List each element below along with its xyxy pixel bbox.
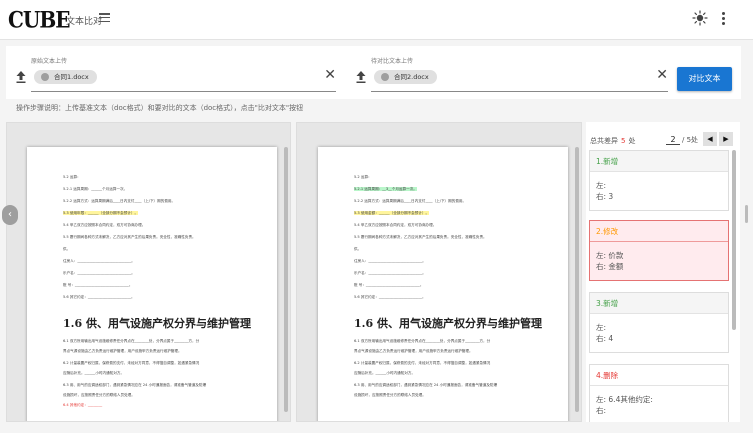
source-document-page: 5.2 运算： 5.2.1 运算周期：______个月运算一次。 5.2.2 运… [27, 147, 277, 421]
source-upload-field[interactable]: 原始文本上传 合同1.docx ✕ [6, 56, 336, 92]
doc-line: 住房人：______________________________。 [354, 259, 426, 263]
app-logo: CUBE [8, 6, 71, 34]
next-diff-button[interactable]: ▶ [719, 132, 733, 146]
diff-item-right: 右: 4 [596, 334, 614, 343]
chevron-left-icon[interactable]: ‹ [2, 205, 18, 225]
page-scrollbar[interactable] [745, 205, 748, 223]
doc-line: 界点气源设施由乙方负责运行维护管理，用户设施甲方负责运行维护管理。 [354, 349, 473, 353]
doc-line: 5.2 运算： [63, 175, 81, 179]
diff-item[interactable]: 4.删除 左: 6.4其他约定: 右: [589, 364, 729, 422]
diff-panel: 总共差异 5 处 2 / 5处 ◀ ▶ 1.新增 左: 右: 3 2.修改 左: 价… [586, 122, 740, 422]
doc-line: 5.2.2 运算方式：运算周期满后____日内支付____（上/下）期的费用。 [354, 199, 467, 203]
doc-heading: 1.6 供、用气设施产权分界与维护管理 [354, 317, 542, 330]
doc-line: 6.1 双方所用输出用气设施维修责任分界点在________处，分界点属于___… [354, 339, 491, 343]
doc-line-diff: 5.2.1 运算周期：__3__个月运算一次。 [354, 187, 417, 191]
doc-line: 住房人：______________________________。 [63, 259, 135, 263]
source-document-pane[interactable]: 5.2 运算： 5.2.1 运算周期：______个月运算一次。 5.2.2 运… [6, 122, 291, 422]
upload-icon[interactable] [16, 71, 26, 83]
compare-button[interactable]: 对比文本 [677, 67, 732, 91]
doc-line: 乐户名：______________________________。 [63, 271, 135, 275]
doc-line: 6.2 计量装置产权归属，保修费的支付，未经对方同意，不得擅自调整，如遇紧急情况 [63, 361, 200, 365]
doc-line: 5.4 甲乙双方应按照本合同约定，双方可协商办理。 [63, 223, 146, 227]
scrollbar[interactable] [575, 147, 579, 412]
doc-line-diff: 5.3 使用年限：______（全部分期不会预计）。 [63, 211, 139, 215]
app-title: 文本比对 [66, 17, 103, 27]
doc-line: 设施损坏，应按照责任分方的联络人员处理。 [63, 393, 135, 397]
doc-line: 5.2.2 运算方式：运算周期满后____日内支付____（上/下）期的费用。 [63, 199, 176, 203]
diff-item-right: 右: 金额 [596, 262, 624, 271]
target-upload-label: 待对比文本上传 [371, 58, 414, 65]
doc-line: 5.5 履行期间各种方式未解决，乙方应对其产生的后果负责。安全性，准确性负责。 [63, 235, 196, 239]
doc-line-diff: 5.3 使用金额：______（全部分期不会预计）。 [354, 211, 430, 215]
doc-line: 乐户名：______________________________。 [354, 271, 426, 275]
doc-line: 设施损坏，应按照责任分方的联络人员处理。 [354, 393, 426, 397]
doc-line: 账 号：______________________________。 [63, 283, 133, 287]
diff-item-left: 左: [596, 181, 607, 190]
diff-item-left: 左: 价款 [596, 251, 624, 260]
doc-line: 5.4 甲乙双方应按照本合同约定，双方可协商办理。 [354, 223, 437, 227]
doc-line: 5.5 履行期间各种方式未解决，乙方应对其产生的后果负责。安全性，准确性负责。 [354, 235, 487, 239]
doc-line: 供。 [354, 247, 362, 251]
prev-diff-button[interactable]: ◀ [703, 132, 717, 146]
doc-line: 5.6 其它约定：________________________。 [354, 295, 426, 299]
diff-item-title: 2.修改 [590, 221, 728, 242]
doc-heading: 1.6 供、用气设施产权分界与维护管理 [63, 317, 251, 330]
doc-line: 界点气源设施由乙方负责运行维护管理，用户设施甲方负责运行维护管理。 [63, 349, 182, 353]
diff-item-right: 右: [596, 406, 607, 415]
clear-target-icon[interactable]: ✕ [656, 68, 668, 82]
doc-line: 应随后补充。______小时内通知对方。 [63, 371, 125, 375]
diff-item-selected[interactable]: 2.修改 左: 价款 右: 金额 [589, 220, 729, 281]
diff-item-left: 左: 6.4其他约定: [596, 395, 653, 404]
kebab-menu-icon[interactable] [722, 12, 726, 26]
sun-icon[interactable] [692, 10, 708, 26]
diff-item-title: 3.新增 [590, 293, 728, 314]
target-document-pane[interactable]: 5.2 运算： 5.2.1 运算周期：__3__个月运算一次。 5.2.2 运算… [296, 122, 582, 422]
diff-list-scrollbar[interactable] [732, 150, 736, 330]
diff-item-right: 右: 3 [596, 192, 614, 201]
diff-item-title: 1.新增 [590, 151, 728, 172]
doc-line: 应随后补充。______小时内通知对方。 [354, 371, 416, 375]
hamburger-menu-icon[interactable] [99, 13, 110, 23]
doc-line-diff: 6.4 其他约定：________ [63, 403, 103, 407]
diff-item-title: 4.删除 [590, 365, 728, 386]
doc-line: 6.3 用、用气的应调适权部门，遇到紧急情况应在 24 小时通报面告，请准备气管… [354, 383, 498, 387]
diff-count: 5 [621, 137, 626, 145]
diff-page-input[interactable]: 2 [666, 135, 680, 145]
target-file-chip[interactable]: 合同2.docx [374, 70, 437, 84]
clear-source-icon[interactable]: ✕ [324, 68, 336, 82]
diff-page-total: / 5处 [682, 136, 699, 144]
target-document-page: 5.2 运算： 5.2.1 运算周期：__3__个月运算一次。 5.2.2 运算… [318, 147, 568, 421]
instructions-text: 操作步骤说明：上传基准文本（doc格式）和要对比的文本（doc格式），点击"比对… [16, 104, 304, 112]
upload-icon[interactable] [356, 71, 366, 83]
doc-line: 6.2 计量装置产权归属，保修费的支付，未经对方同意，不得擅自调整，如遇紧急情况 [354, 361, 491, 365]
diff-item[interactable]: 1.新增 左: 右: 3 [589, 150, 729, 211]
target-upload-field[interactable]: 待对比文本上传 合同2.docx ✕ [346, 56, 668, 92]
upload-panel: 原始文本上传 合同1.docx ✕ 待对比文本上传 合同2.docx ✕ 对比文… [6, 46, 741, 99]
source-file-chip[interactable]: 合同1.docx [34, 70, 97, 84]
doc-line: 5.6 其它约定：________________________。 [63, 295, 135, 299]
doc-line: 5.2 运算： [354, 175, 372, 179]
doc-line: 6.3 用、用气的应调适权部门，遇到紧急情况应在 24 小时通报面告，请准备气管… [63, 383, 207, 387]
diff-item[interactable]: 3.新增 左: 右: 4 [589, 292, 729, 353]
diff-item-left: 左: [596, 323, 607, 332]
doc-line: 5.2.1 运算周期：______个月运算一次。 [63, 187, 128, 191]
doc-line: 账 号：______________________________。 [354, 283, 424, 287]
doc-line: 6.1 双方所用输出用气设施维修责任分界点在________处，分界点属于___… [63, 339, 200, 343]
doc-line: 供。 [63, 247, 71, 251]
app-bar: CUBE 文本比对 [0, 0, 753, 40]
source-upload-label: 原始文本上传 [31, 58, 68, 65]
scrollbar[interactable] [284, 147, 288, 412]
